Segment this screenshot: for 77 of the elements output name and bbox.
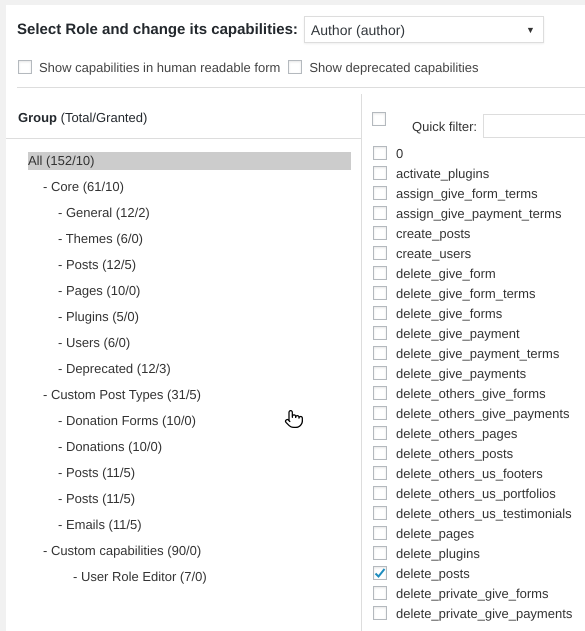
group-item[interactable]: - Emails (11/5) [28,516,351,534]
checkbox[interactable] [18,60,32,74]
group-item[interactable]: - Posts (12/5) [28,256,351,274]
group-item[interactable]: - Donations (10/0) [28,438,351,456]
capability-label: delete_give_payments [396,366,526,380]
capability-label: delete_give_form [396,266,496,280]
capability-label: delete_others_give_forms [396,386,546,400]
capability-label: 0 [396,146,404,160]
capability-checkbox[interactable] [373,406,387,420]
group-item[interactable]: - Core (61/10) [28,178,351,196]
role-select[interactable]: Author (author) ▼ [304,16,544,43]
capability-checkbox[interactable] [373,566,387,580]
capability-label: create_users [396,246,472,260]
capability-label: delete_private_give_forms [396,586,548,600]
capability-label: delete_others_us_footers [396,466,543,480]
capability-label: delete_give_form_terms [396,286,536,300]
capability-label: delete_others_give_payments [396,406,570,420]
capability-checkbox[interactable] [373,326,387,340]
group-item[interactable]: All (152/10) [28,152,351,170]
checkbox[interactable] [288,60,302,74]
capability-checkbox[interactable] [373,346,387,360]
capability-label: delete_others_us_testimonials [396,506,572,520]
capability-label: assign_give_form_terms [396,186,538,200]
group-item[interactable]: - Deprecated (12/3) [28,360,351,378]
capability-checkbox[interactable] [373,426,387,440]
hand-pointer-icon [284,409,304,429]
capability-checkbox[interactable] [373,366,387,380]
dropdown-arrow-icon: ▼ [526,24,535,34]
group-item[interactable]: - General (12/2) [28,204,351,222]
column-header: Group (Total/Granted) [18,110,148,125]
group-item[interactable]: - Custom Post Types (31/5) [28,386,351,404]
capability-checkbox[interactable] [373,266,387,280]
group-item[interactable]: - Pages (10/0) [28,282,351,300]
capability-checkbox[interactable] [373,306,387,320]
group-item[interactable]: - Plugins (5/0) [28,308,351,326]
capability-label: assign_give_payment_terms [396,206,562,220]
capability-checkbox[interactable] [373,586,387,600]
capability-checkbox[interactable] [373,386,387,400]
capability-checkbox[interactable] [373,506,387,520]
capability-label: activate_plugins [396,166,490,180]
capability-checkbox[interactable] [373,526,387,540]
capability-checkbox[interactable] [373,546,387,560]
capability-checkbox[interactable] [373,226,387,240]
capability-checkbox[interactable] [373,466,387,480]
capability-label: create_posts [396,226,470,240]
capability-label: delete_others_pages [396,426,518,440]
group-item[interactable]: - Donation Forms (10/0) [28,412,351,430]
capability-label: delete_pages [396,526,474,540]
capability-label: delete_give_payment_terms [396,346,560,360]
capability-checkbox[interactable] [373,186,387,200]
capability-label: delete_private_give_payments [396,606,572,620]
capability-checkbox[interactable] [373,146,387,160]
page-heading: Select Role and change its capabilities: [17,21,298,38]
capability-checkbox[interactable] [373,486,387,500]
capability-label: delete_give_payment [396,326,520,340]
group-item[interactable]: - User Role Editor (7/0) [28,568,351,586]
group-item[interactable]: - Posts (11/5) [28,464,351,482]
group-item[interactable]: - Posts (11/5) [28,490,351,508]
capability-checkbox[interactable] [373,606,387,620]
capability-label: delete_give_forms [396,306,502,320]
select-all-checkbox[interactable] [372,112,386,126]
capability-label: delete_others_posts [396,446,514,460]
capability-checkbox[interactable] [373,446,387,460]
checkbox-label: Show capabilities in human readable form [39,60,280,74]
capability-checkbox[interactable] [373,246,387,260]
capability-checkbox[interactable] [373,286,387,300]
quick-filter-field[interactable] [483,114,585,138]
filter-label: Quick filter: [412,118,478,134]
group-item[interactable]: - Themes (6/0) [28,230,351,248]
capability-checkbox[interactable] [373,206,387,220]
capability-checkbox[interactable] [373,166,387,180]
capability-label: delete_others_us_portfolios [396,486,556,500]
checkbox-label: Show deprecated capabilities [309,60,478,74]
group-item[interactable]: - Custom capabilities (90/0) [28,542,351,560]
group-item[interactable]: - Users (6/0) [28,334,351,352]
capability-label: delete_posts [396,566,470,580]
capability-label: delete_plugins [396,546,480,560]
